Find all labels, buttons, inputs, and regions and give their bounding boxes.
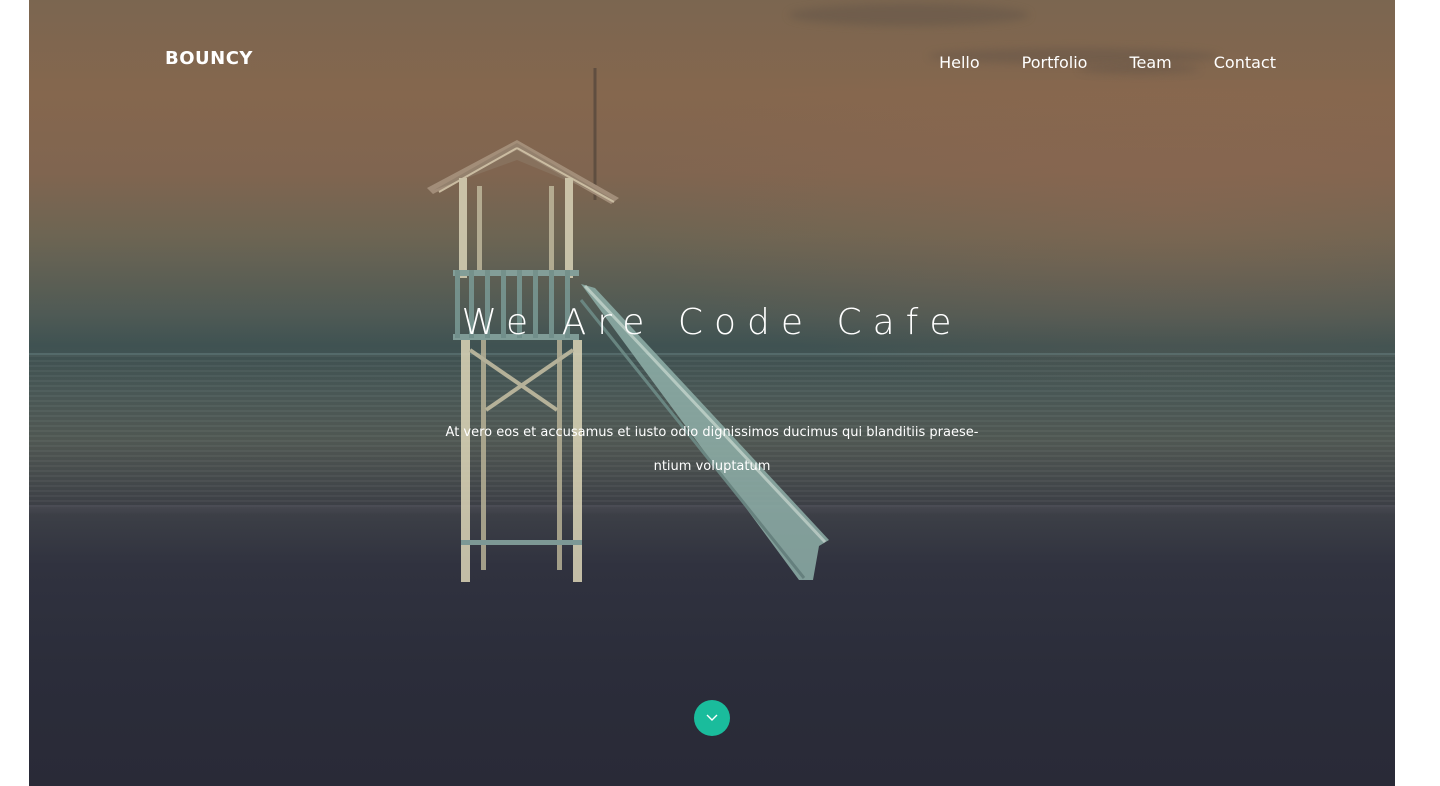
- hero-section: BOUNCY Hello Portfolio Team Contact We A…: [29, 0, 1395, 786]
- hero-lede-line-2: ntium voluptatum: [653, 459, 771, 474]
- nav-item-hello[interactable]: Hello: [939, 53, 980, 72]
- chevron-down-icon: [706, 714, 718, 721]
- nav-item-contact[interactable]: Contact: [1214, 53, 1276, 72]
- nav-item-team[interactable]: Team: [1129, 53, 1171, 72]
- brand-logo[interactable]: BOUNCY: [165, 48, 253, 69]
- nav-item-portfolio[interactable]: Portfolio: [1022, 53, 1088, 72]
- scroll-down-button[interactable]: [694, 700, 730, 736]
- main-nav: Hello Portfolio Team Contact: [939, 53, 1276, 72]
- hero-title: We Are Code Cafe: [461, 302, 963, 343]
- lifeguard-tower-image: [427, 68, 829, 582]
- hero-lede: At vero eos et accusamus et iusto odio d…: [429, 416, 995, 484]
- hero-lede-line-1: At vero eos et accusamus et iusto odio d…: [445, 425, 979, 440]
